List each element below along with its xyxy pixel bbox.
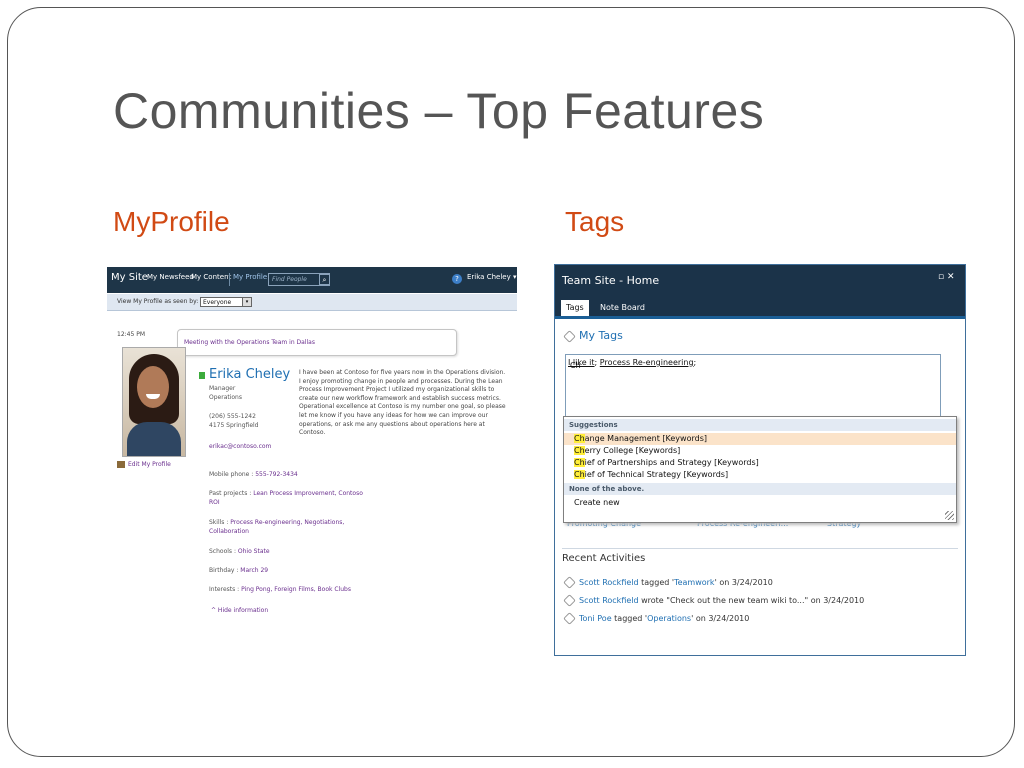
note-icon bbox=[563, 594, 576, 607]
profile-department: Operations bbox=[209, 394, 242, 401]
detail-birthday: Birthday : March 29 bbox=[209, 567, 269, 574]
nav-my-site[interactable]: My Site bbox=[111, 272, 148, 283]
view-as-bar: View My Profile as seen by: Everyone ▾ bbox=[107, 294, 517, 311]
profile-name: Erika Cheley bbox=[209, 367, 291, 382]
maximize-icon[interactable]: ▫ bbox=[938, 272, 944, 282]
dialog-title: Team Site - Home bbox=[562, 274, 660, 287]
myprofile-heading: MyProfile bbox=[113, 206, 230, 237]
status-bubble[interactable]: Meeting with the Operations Team in Dall… bbox=[177, 329, 457, 356]
dialog-title-bar: Team Site - Home ▫ ✕ bbox=[555, 265, 965, 297]
view-as-select[interactable]: Everyone ▾ bbox=[200, 297, 252, 307]
profile-title: Manager bbox=[209, 385, 236, 392]
none-of-above-header: None of the above. bbox=[564, 483, 956, 495]
profile-office: 4175 Springfield bbox=[209, 422, 259, 429]
detail-projects-cont[interactable]: ROI bbox=[209, 499, 220, 506]
detail-skills: Skills : Process Re-engineering, Negotia… bbox=[209, 519, 345, 526]
tag-icon bbox=[563, 612, 576, 625]
profile-bio: I have been at Contoso for five years no… bbox=[299, 369, 506, 437]
nav-my-profile[interactable]: My Profile bbox=[233, 273, 267, 281]
suggestion-item[interactable]: Change Management [Keywords] bbox=[564, 433, 956, 445]
tag-icon bbox=[563, 329, 576, 343]
tab-tags[interactable]: Tags bbox=[561, 300, 589, 316]
resize-grip-icon[interactable] bbox=[945, 511, 954, 520]
mysite-top-bar: My Site My Newsfeed My Content My Profil… bbox=[107, 267, 517, 293]
activity-item: Scott Rockfield tagged 'Teamwork' on 3/2… bbox=[563, 576, 773, 589]
search-icon[interactable]: ⌕ bbox=[319, 274, 330, 285]
tags-heading: Tags bbox=[565, 206, 625, 237]
detail-interests: Interests : Ping Pong, Foreign Films, Bo… bbox=[209, 586, 351, 593]
nav-my-newsfeed[interactable]: My Newsfeed bbox=[147, 273, 194, 281]
divider bbox=[562, 548, 958, 549]
tag-tabs: Tags Note Board bbox=[555, 297, 965, 319]
close-icon[interactable]: ✕ bbox=[947, 272, 955, 282]
user-menu[interactable]: Erika Cheley ▾ bbox=[467, 273, 516, 281]
nav-divider bbox=[229, 273, 230, 286]
status-time: 12:45 PM bbox=[117, 331, 145, 338]
suggestion-item[interactable]: Chief of Partnerships and Strategy [Keyw… bbox=[564, 457, 956, 469]
detail-mobile: Mobile phone : 555-792-3434 bbox=[209, 471, 298, 478]
suggestions-dropdown: Suggestions Change Management [Keywords]… bbox=[563, 416, 957, 523]
create-new-item[interactable]: Create new bbox=[564, 497, 956, 509]
view-as-label: View My Profile as seen by: bbox=[117, 298, 199, 305]
hide-information-link[interactable]: ^ Hide information bbox=[211, 607, 268, 614]
tab-note-board[interactable]: Note Board bbox=[595, 300, 650, 316]
tag-input[interactable]: I like it; Process Re-engineering; Ch bbox=[565, 354, 941, 418]
suggestions-header: Suggestions bbox=[564, 419, 956, 431]
recent-activities-heading: Recent Activities bbox=[562, 553, 646, 564]
my-tags-heading: My Tags bbox=[563, 329, 623, 343]
suggestion-item[interactable]: Cherry College [Keywords] bbox=[564, 445, 956, 457]
detail-schools: Schools : Ohio State bbox=[209, 548, 270, 555]
profile-phone: (206) 555-1242 bbox=[209, 413, 256, 420]
window-controls: ▫ ✕ bbox=[938, 272, 955, 282]
tag-icon bbox=[563, 576, 576, 589]
profile-photo bbox=[122, 347, 186, 457]
detail-projects: Past projects : Lean Process Improvement… bbox=[209, 490, 363, 497]
help-icon[interactable]: ? bbox=[452, 274, 462, 284]
presence-icon bbox=[199, 372, 205, 379]
tags-screenshot: Team Site - Home ▫ ✕ Tags Note Board My … bbox=[554, 264, 966, 656]
slide-title: Communities – Top Features bbox=[113, 83, 765, 139]
edit-my-profile-link[interactable]: Edit My Profile bbox=[117, 461, 171, 468]
activity-item: Scott Rockfield wrote "Check out the new… bbox=[563, 594, 864, 607]
chevron-down-icon: ▾ bbox=[242, 298, 251, 306]
detail-skills-cont[interactable]: Collaboration bbox=[209, 528, 249, 535]
edit-icon bbox=[117, 461, 125, 468]
myprofile-screenshot: My Site My Newsfeed My Content My Profil… bbox=[107, 267, 517, 624]
activity-item: Toni Poe tagged 'Operations' on 3/24/201… bbox=[563, 612, 749, 625]
suggestion-item[interactable]: Chief of Technical Strategy [Keywords] bbox=[564, 469, 956, 481]
profile-email[interactable]: erikac@contoso.com bbox=[209, 443, 271, 450]
nav-my-content[interactable]: My Content bbox=[191, 273, 231, 281]
